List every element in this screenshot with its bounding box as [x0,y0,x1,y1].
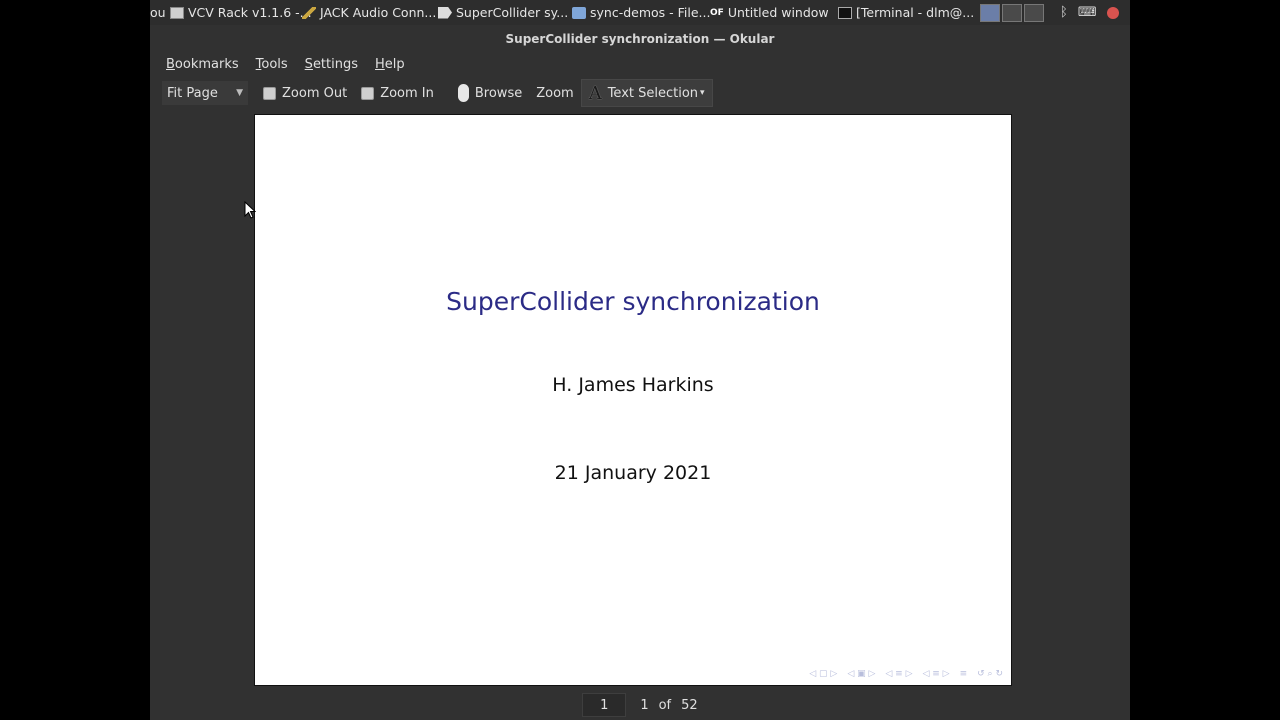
nav-frame-icon[interactable]: ◁ ▢ ▷ [809,669,837,679]
slide-author: H. James Harkins [552,374,714,396]
nav-section-icon[interactable]: ◁ ≡ ▷ [885,669,912,679]
nav-document-icon[interactable]: ◁ ≡ ▷ [923,669,950,679]
taskbar-item-label: SuperCollider sy... [456,5,569,20]
browse-label: Browse [474,85,523,101]
zoom-combo-value: Fit Page [167,85,218,101]
window-titlebar[interactable]: SuperCollider synchronization — Okular [150,25,1130,52]
document-viewport[interactable]: SuperCollider synchronization H. James H… [150,110,1130,690]
taskbar-item-label: Untitled window [727,5,829,20]
pdf-page[interactable]: SuperCollider synchronization H. James H… [254,114,1012,686]
taskbar-item-untitled[interactable]: OF Untitled window [706,0,834,25]
text-selection-label: Text Selection [607,85,699,101]
workspace-1[interactable] [980,3,1000,22]
statusbar: 1 of 52 [150,690,1130,720]
record-icon[interactable] [1106,6,1119,19]
slide-title: SuperCollider synchronization [446,287,820,316]
menubar: Bookmarks Tools Settings Help [150,52,1130,76]
zoom-out-label: Zoom Out [282,85,348,101]
taskbar-item-label: JACK Audio Conn... [320,5,437,20]
menu-bookmarks[interactable]: Bookmarks [166,57,248,72]
chevron-down-icon: ▾ [700,88,705,98]
taskbar-item-label: VCV Rack v1.1.6 -... [188,5,312,20]
zoom-tool-label: Zoom [536,85,574,101]
workspace-2[interactable] [1002,3,1022,22]
taskbar-item-file-manager[interactable]: sync-demos - File... [568,0,710,25]
chevron-down-icon: ▼ [236,88,243,98]
zoom-out-button[interactable]: Zoom Out [256,80,354,106]
bluetooth-icon[interactable]: ᛒ [1060,5,1068,20]
taskbar-item-truncated[interactable]: ou [150,0,166,25]
folder-icon [572,6,586,19]
system-tray: ᛒ ⌨ [1060,5,1119,20]
mouse-icon [457,84,469,102]
workspace-3[interactable] [1024,3,1044,22]
nav-subsection-icon[interactable]: ◁ ▣ ▷ [847,669,875,679]
workspace-pager [980,3,1044,22]
nav-toc-icon[interactable]: ≡ [960,669,968,679]
zoom-out-icon [263,86,276,100]
zoom-in-icon [361,86,375,100]
of-label: of [658,697,672,713]
taskbar-item-label: ou [150,5,166,20]
page-number-input[interactable] [582,693,627,717]
keyboard-icon[interactable]: ⌨ [1078,5,1097,20]
text-select-icon: A [588,82,602,104]
taskbar-item-okular[interactable]: SuperCollider sy... [434,0,568,25]
taskbar-item-vcv-rack[interactable]: VCV Rack v1.1.6 -... [166,0,312,25]
jack-icon [302,6,316,19]
menu-help[interactable]: Help [375,57,414,72]
okular-icon [438,6,452,19]
toolbar: Fit Page ▼ Zoom Out Zoom In Browse Zoom … [150,76,1130,110]
text-selection-button[interactable]: A Text Selection ▾ [580,79,713,107]
taskbar: ou VCV Rack v1.1.6 -... JACK Audio Conn.… [150,0,1130,25]
zoom-combo[interactable]: Fit Page ▼ [162,81,248,105]
window-icon [170,6,184,19]
menu-settings[interactable]: Settings [305,57,367,72]
browse-button[interactable]: Browse [451,80,529,106]
zoom-tool-button[interactable]: Zoom [529,80,580,106]
taskbar-item-label: [Terminal - dlm@... [856,5,975,20]
nav-search-icon[interactable]: ↺ ⌕ ↻ [977,669,1003,679]
menu-tools[interactable]: Tools [256,57,297,72]
taskbar-item-label: sync-demos - File... [590,5,711,20]
terminal-icon [838,6,852,19]
of-icon: OF [710,7,724,18]
window-title: SuperCollider synchronization — Okular [505,31,775,46]
slide-date: 21 January 2021 [554,462,712,484]
zoom-in-label: Zoom In [380,85,434,101]
taskbar-item-jack[interactable]: JACK Audio Conn... [298,0,437,25]
taskbar-item-terminal[interactable]: [Terminal - dlm@... [834,0,974,25]
beamer-navigation: ◁ ▢ ▷ ◁ ▣ ▷ ◁ ≡ ▷ ◁ ≡ ▷ ≡ ↺ ⌕ ↻ [809,669,1003,679]
current-page: 1 [640,697,649,713]
total-pages: 52 [681,697,698,713]
zoom-in-button[interactable]: Zoom In [354,80,441,106]
